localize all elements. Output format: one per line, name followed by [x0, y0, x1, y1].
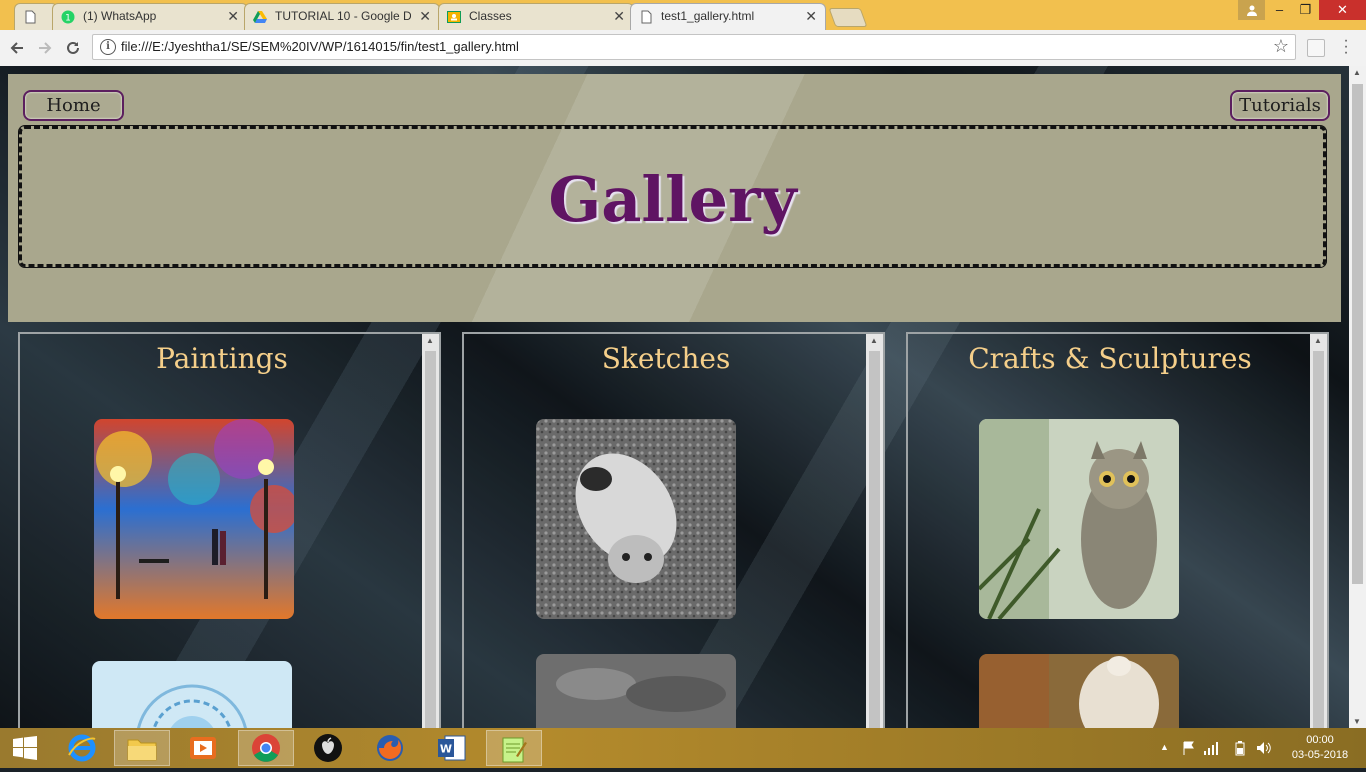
clock-date: 03-05-2018: [1291, 749, 1349, 761]
new-tab-button[interactable]: [828, 8, 868, 27]
tab-strip: 1 (1) WhatsApp ✕ TUTORIAL 10 - Google Dr…: [0, 0, 1366, 30]
menu-kebab-icon[interactable]: · · ·: [1340, 33, 1352, 61]
painting-thumbnail-2[interactable]: [92, 661, 292, 728]
paintings-scrollbar[interactable]: ▲: [422, 334, 439, 728]
crafts-heading: Crafts & Sculptures: [968, 342, 1252, 375]
browser-toolbar: i file:///E:/Jyeshtha1/SE/SEM%20IV/WP/16…: [0, 30, 1366, 67]
blank-page-icon: [25, 10, 36, 24]
paintings-heading: Paintings: [156, 342, 288, 375]
page-scrollbar[interactable]: ▲ ▼: [1349, 66, 1366, 728]
crafts-scrollbar[interactable]: ▲: [1310, 334, 1327, 728]
crafts-panel: Crafts & Sculptures ▲: [906, 332, 1329, 728]
chrome-icon: [252, 734, 280, 762]
scrollbar-thumb[interactable]: [1352, 84, 1363, 584]
tab-whatsapp[interactable]: 1 (1) WhatsApp ✕: [52, 3, 248, 30]
media-player-icon: [190, 737, 216, 759]
start-button[interactable]: [0, 730, 50, 766]
reload-icon: [67, 41, 79, 54]
tab-classes[interactable]: Classes ✕: [438, 3, 634, 30]
page-header: Home Tutorials Gallery: [8, 74, 1341, 322]
tab-title: test1_gallery.html: [661, 9, 755, 23]
taskbar-apple-app[interactable]: [300, 730, 356, 766]
title-banner: Gallery: [19, 126, 1326, 267]
painting-thumbnail[interactable]: [94, 419, 294, 619]
painting-image: [94, 419, 294, 619]
extension-icon[interactable]: [1307, 39, 1325, 57]
home-button[interactable]: Home: [23, 90, 124, 121]
volume-icon[interactable]: [1256, 740, 1272, 756]
sketch-thumbnail[interactable]: [536, 419, 736, 619]
sketches-scrollbar[interactable]: ▲: [866, 334, 883, 728]
minimize-button[interactable]: –: [1266, 0, 1293, 20]
url-text[interactable]: file:///E:/Jyeshtha1/SE/SEM%20IV/WP/1614…: [121, 39, 519, 54]
forward-arrow-icon: [39, 42, 52, 54]
bookmark-star-icon[interactable]: ☆: [1273, 36, 1289, 57]
sketch-thumbnail-2[interactable]: [536, 654, 736, 728]
close-tab-icon[interactable]: ✕: [805, 8, 817, 24]
apple-logo-icon: [314, 734, 342, 762]
close-tab-icon[interactable]: ✕: [613, 8, 625, 24]
back-button[interactable]: [5, 36, 29, 60]
taskbar-firefox[interactable]: [362, 730, 418, 766]
mandala-image: [92, 661, 292, 728]
battery-icon[interactable]: [1232, 740, 1248, 756]
tab-google-drive[interactable]: TUTORIAL 10 - Google Dr ✕: [244, 3, 440, 30]
tab-title: Classes: [469, 9, 512, 23]
sketches-panel: Sketches ▲: [462, 332, 885, 728]
close-tab-icon[interactable]: ✕: [227, 8, 239, 24]
firefox-icon: [377, 735, 403, 761]
address-bar[interactable]: i file:///E:/Jyeshtha1/SE/SEM%20IV/WP/16…: [92, 34, 1296, 60]
windows-taskbar: W ▲ 00:00 03-05-2018: [0, 728, 1366, 768]
classroom-icon: [447, 11, 461, 23]
maximize-button[interactable]: ❐: [1292, 0, 1319, 20]
taskbar-notepad-plus[interactable]: [486, 730, 542, 766]
tab-test1-gallery[interactable]: test1_gallery.html ✕: [630, 3, 826, 30]
close-tab-icon[interactable]: ✕: [419, 8, 431, 24]
cat-sketch-image: [536, 419, 736, 619]
show-hidden-icons-icon[interactable]: ▲: [1160, 742, 1169, 752]
page-title: Gallery: [548, 163, 797, 236]
folder-icon: [127, 739, 157, 761]
google-drive-icon: [253, 11, 267, 23]
tab-title: TUTORIAL 10 - Google Dr: [275, 9, 411, 23]
forward-button[interactable]: [33, 36, 57, 60]
close-window-button[interactable]: ✕: [1319, 0, 1366, 20]
taskbar-clock[interactable]: 00:00 03-05-2018: [1290, 733, 1350, 763]
page-viewport: Home Tutorials Gallery Paintings ▲ Sketc…: [0, 66, 1349, 728]
sketches-heading: Sketches: [601, 342, 731, 375]
reload-button[interactable]: [61, 36, 85, 60]
svg-text:1: 1: [65, 14, 71, 24]
info-icon[interactable]: i: [100, 39, 116, 55]
taskbar-word[interactable]: W: [424, 730, 480, 766]
taskbar-chrome[interactable]: [238, 730, 294, 766]
buddha-sculpture-image: [979, 654, 1179, 728]
taskbar-file-explorer[interactable]: [114, 730, 170, 766]
scroll-up-icon[interactable]: ▲: [1353, 68, 1361, 77]
owl-sculpture-image: [979, 419, 1179, 619]
blank-page-icon: [641, 10, 652, 24]
tutorials-button[interactable]: Tutorials: [1230, 90, 1330, 121]
signal-strength-icon[interactable]: [1204, 741, 1220, 755]
profile-icon[interactable]: [1238, 0, 1265, 20]
cloud-sketch-image: [536, 654, 736, 728]
craft-thumbnail[interactable]: [979, 419, 1179, 619]
taskbar-internet-explorer[interactable]: [54, 730, 110, 766]
back-arrow-icon: [10, 42, 23, 54]
taskbar-media-player[interactable]: [176, 730, 232, 766]
clock-time: 00:00: [1306, 734, 1334, 746]
word-icon: W: [438, 735, 466, 761]
craft-thumbnail-2[interactable]: [979, 654, 1179, 728]
tab-title: (1) WhatsApp: [83, 9, 157, 23]
internet-explorer-icon: [68, 734, 96, 762]
whatsapp-icon: 1: [61, 10, 75, 24]
scroll-down-icon[interactable]: ▼: [1353, 717, 1361, 726]
windows-logo-icon: [13, 736, 37, 760]
paintings-panel: Paintings ▲: [18, 332, 441, 728]
notepad-plus-icon: [502, 737, 527, 763]
action-center-flag-icon[interactable]: [1182, 741, 1196, 755]
svg-text:W: W: [440, 743, 452, 756]
